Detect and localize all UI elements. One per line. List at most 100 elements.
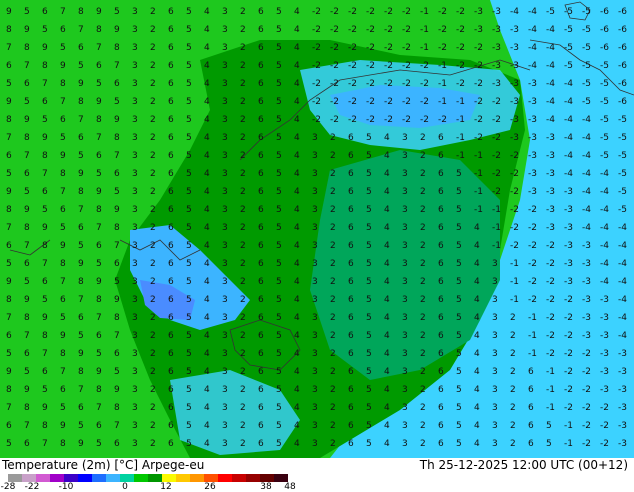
grid-value: -2	[348, 61, 357, 71]
grid-value: -2	[492, 187, 501, 197]
grid-value: 6	[438, 169, 444, 179]
grid-value: 5	[456, 259, 462, 269]
grid-value: -3	[510, 43, 519, 53]
grid-value: 7	[60, 7, 66, 17]
grid-value: -4	[600, 277, 609, 287]
grid-value: -3	[492, 61, 501, 71]
grid-value: -5	[600, 79, 609, 89]
grid-value: 4	[294, 295, 300, 305]
grid-value: -2	[474, 133, 483, 143]
grid-value: 4	[204, 133, 210, 143]
grid-value: 4	[204, 79, 210, 89]
grid-value: 2	[240, 43, 246, 53]
grid-value: 3	[132, 61, 138, 71]
grid-value: 3	[312, 349, 318, 359]
grid-value: 6	[168, 223, 174, 233]
grid-value: 6	[78, 403, 84, 413]
grid-value: 2	[420, 277, 426, 287]
grid-value: 6	[42, 187, 48, 197]
grid-value: 2	[330, 439, 336, 449]
grid-value: -2	[456, 79, 465, 89]
colorbar-segment	[260, 474, 274, 482]
grid-value: 8	[96, 205, 102, 215]
grid-value: 3	[132, 151, 138, 161]
grid-value: 5	[366, 385, 372, 395]
grid-value: 6	[258, 97, 264, 107]
grid-value: -2	[402, 7, 411, 17]
grid-value: 6	[258, 241, 264, 251]
grid-value: 2	[240, 205, 246, 215]
grid-value: -2	[330, 115, 339, 125]
grid-value: 3	[132, 439, 138, 449]
grid-value: 4	[294, 7, 300, 17]
grid-value: -3	[510, 115, 519, 125]
grid-value: 4	[474, 295, 480, 305]
grid-value: -1	[546, 403, 555, 413]
grid-value: 2	[150, 79, 156, 89]
grid-value: 6	[6, 421, 12, 431]
grid-value: 5	[78, 331, 84, 341]
map-title: Temperature (2m) [°C] Arpege-eu	[2, 458, 205, 472]
grid-value: 6	[438, 295, 444, 305]
grid-value: 3	[222, 241, 228, 251]
grid-value: 5	[186, 79, 192, 89]
grid-value: 3	[132, 205, 138, 215]
grid-value: 2	[510, 439, 516, 449]
grid-value: 5	[186, 439, 192, 449]
grid-value: 5	[276, 259, 282, 269]
grid-value: -2	[474, 97, 483, 107]
grid-value: 3	[132, 97, 138, 107]
grid-value: 5	[366, 133, 372, 143]
grid-value: 6	[168, 115, 174, 125]
grid-value: -4	[546, 79, 555, 89]
grid-value: -1	[546, 385, 555, 395]
grid-value: 2	[240, 367, 246, 377]
grid-value: 5	[186, 403, 192, 413]
grid-value: 7	[78, 295, 84, 305]
grid-value: 5	[186, 7, 192, 17]
grid-value: 3	[132, 331, 138, 341]
grid-value: -3	[600, 331, 609, 341]
grid-value: -1	[456, 133, 465, 143]
grid-value: 6	[258, 169, 264, 179]
grid-value: 3	[402, 403, 408, 413]
grid-value: 2	[420, 187, 426, 197]
grid-value: 3	[132, 295, 138, 305]
grid-value: 7	[114, 331, 120, 341]
grid-value: 9	[42, 403, 48, 413]
grid-value: -5	[546, 7, 555, 17]
grid-value: 9	[114, 115, 120, 125]
grid-value: 7	[60, 367, 66, 377]
grid-value: 6	[168, 331, 174, 341]
grid-value: -3	[492, 7, 501, 17]
grid-value: 4	[294, 331, 300, 341]
colorbar-segment	[246, 474, 260, 482]
grid-value: 4	[294, 79, 300, 89]
grid-value: 9	[114, 295, 120, 305]
grid-value: 7	[114, 151, 120, 161]
grid-value: 6	[42, 277, 48, 287]
grid-value: 6	[258, 61, 264, 71]
grid-value: 8	[96, 385, 102, 395]
grid-value: 5	[186, 205, 192, 215]
grid-value: 2	[420, 241, 426, 251]
grid-value: 6	[438, 151, 444, 161]
grid-value: -2	[582, 439, 591, 449]
grid-value: -2	[600, 403, 609, 413]
grid-value: 4	[384, 439, 390, 449]
grid-value: 5	[366, 259, 372, 269]
grid-value: 4	[204, 277, 210, 287]
grid-value: 5	[276, 61, 282, 71]
grid-value: 4	[294, 385, 300, 395]
grid-value: -5	[564, 7, 573, 17]
grid-value: -2	[510, 151, 519, 161]
grid-value: 5	[6, 349, 12, 359]
grid-value: 3	[222, 133, 228, 143]
grid-value: -2	[312, 61, 321, 71]
colorbar-segment	[176, 474, 190, 482]
grid-value: -1	[456, 97, 465, 107]
grid-value: 2	[150, 43, 156, 53]
grid-value: -3	[600, 295, 609, 305]
grid-value: 2	[150, 313, 156, 323]
grid-value: -2	[546, 313, 555, 323]
